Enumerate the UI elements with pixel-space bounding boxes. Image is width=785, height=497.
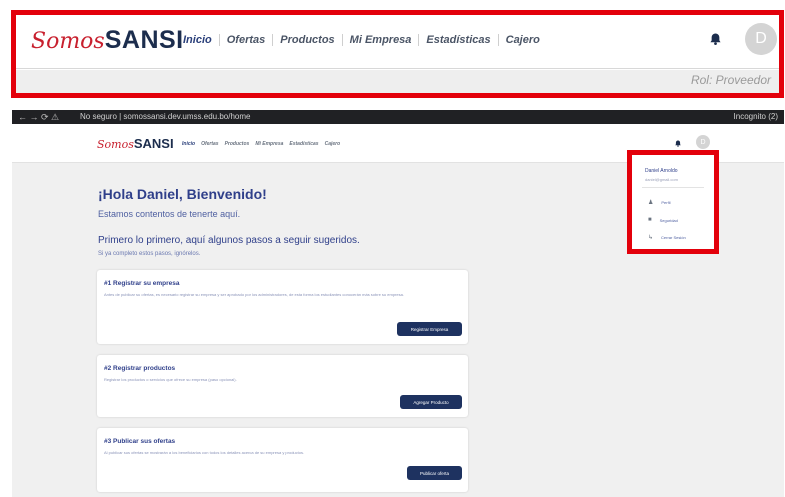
steps-subtext: Si ya completo estos pasos, ignórelos. [98, 251, 201, 257]
step-card-2: #2 Registrar productos Registrar los pro… [97, 355, 468, 417]
step-card-3: #3 Publicar sus ofertas Al publicar sus … [97, 428, 468, 492]
dropdown-user-name: Daniel Arnoldo [645, 168, 678, 174]
card-description: Al publicar sus ofertas se mostrarán a l… [104, 450, 305, 455]
page-menu-estadisticas[interactable]: Estadísticas [286, 141, 321, 147]
main-menu: Inicio Ofertas Productos Mi Empresa Esta… [183, 34, 547, 46]
page-brand-script: Somos [97, 138, 134, 151]
card-description: Registrar los productos o servicios que … [104, 377, 237, 382]
dropdown-divider [642, 187, 704, 188]
page-brand-bold: SANSI [133, 136, 174, 151]
menu-item-mi-empresa[interactable]: Mi Empresa [341, 34, 419, 46]
dropdown-item-perfil[interactable]: ♟ Perfil [648, 199, 671, 206]
page-menu-ofertas[interactable]: Ofertas [198, 141, 222, 147]
menu-item-cajero[interactable]: Cajero [497, 34, 547, 46]
page-menu-productos[interactable]: Productos [222, 141, 253, 147]
page-brand-logo[interactable]: Somos SANSI [97, 136, 174, 151]
dropdown-item-seguridad[interactable]: ■ Seguridad [648, 217, 678, 223]
publish-offer-button[interactable]: Publicar oferta [407, 466, 462, 480]
browser-toolbar: ← → ⟳ ⚠ No seguro | somossansi.dev.umss.… [12, 110, 784, 124]
page-menu-cajero[interactable]: Cajero [322, 141, 344, 147]
card-title: #1 Registrar su empresa [104, 280, 180, 287]
add-product-button[interactable]: Agregar Producto [400, 395, 462, 409]
lock-icon: ■ [648, 217, 652, 223]
brand-bold-text: SANSI [104, 26, 184, 54]
zoomed-header-highlight: Somos SANSI Inicio Ofertas Productos Mi E… [11, 10, 784, 98]
dropdown-item-label: Cerrar Sesión [661, 235, 686, 240]
dropdown-item-cerrar-sesion[interactable]: ↳ Cerrar Sesión [648, 234, 686, 241]
menu-item-ofertas[interactable]: Ofertas [218, 34, 273, 46]
dropdown-item-label: Seguridad [659, 217, 678, 223]
register-company-button[interactable]: Registrar Empresa [397, 322, 462, 336]
brand-script-text: Somos [31, 29, 105, 54]
browser-nav-icons[interactable]: ← → ⟳ ⚠ [18, 112, 59, 123]
role-label: Rol: Proveedor [690, 73, 771, 87]
page-bell-icon[interactable] [675, 140, 681, 147]
menu-item-estadisticas[interactable]: Estadísticas [418, 34, 497, 46]
role-bar: Rol: Proveedor [16, 70, 779, 93]
card-description: Antes de publicar su ofertas, es necesar… [104, 292, 404, 297]
user-dropdown-highlight: Daniel Arnoldo daniel@gmail.com ♟ Perfil… [627, 150, 719, 254]
bell-icon[interactable] [710, 33, 721, 45]
page-menu-mi-empresa[interactable]: Mi Empresa [252, 141, 286, 147]
logout-icon: ↳ [648, 235, 654, 241]
steps-heading: Primero lo primero, aquí algunos pasos a… [98, 235, 360, 246]
welcome-text: Estamos contentos de tenerte aquí. [98, 209, 241, 219]
card-title: #3 Publicar sus ofertas [104, 438, 176, 445]
dropdown-user-email: daniel@gmail.com [645, 177, 678, 182]
address-bar[interactable]: No seguro | somossansi.dev.umss.edu.bo/h… [80, 112, 250, 121]
step-card-1: #1 Registrar su empresa Antes de publica… [97, 270, 468, 344]
card-title: #2 Registrar productos [104, 365, 176, 372]
page-main-menu: Inicio Ofertas Productos Mi Empresa Esta… [179, 141, 343, 147]
greeting-heading: ¡Hola Daniel, Bienvenido! [98, 186, 267, 202]
dropdown-item-label: Perfil [661, 200, 671, 205]
page-avatar[interactable]: D [696, 135, 710, 149]
menu-item-inicio[interactable]: Inicio [183, 34, 219, 46]
navbar: Somos SANSI Inicio Ofertas Productos Mi E… [16, 15, 779, 69]
page-menu-inicio[interactable]: Inicio [179, 141, 198, 147]
user-icon: ♟ [648, 200, 654, 206]
avatar[interactable]: D [745, 23, 777, 55]
brand-logo[interactable]: Somos SANSI [31, 26, 184, 55]
incognito-label[interactable]: Incognito (2) [734, 112, 778, 121]
menu-item-productos[interactable]: Productos [272, 34, 341, 46]
